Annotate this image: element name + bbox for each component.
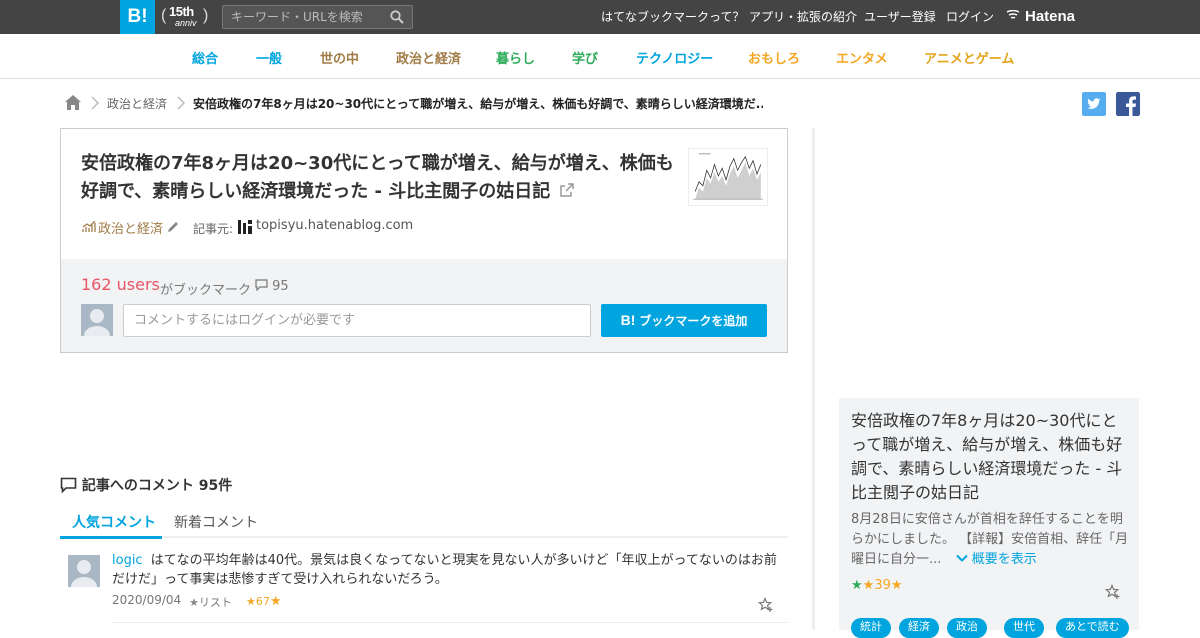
laurel-right-icon: ) [203,7,209,24]
bookmark-label: がブックマーク [160,283,252,298]
comment-username[interactable]: logic [112,553,143,568]
commenter-avatar[interactable] [68,555,100,587]
tag-generation[interactable]: 世代 [1004,618,1044,638]
search-box [222,5,413,29]
15th-anniversary-badge: ( 15th anniv ) [161,4,209,28]
hatena-brand-link[interactable]: Hatena [1006,0,1075,34]
entry-thumbnail[interactable] [688,148,768,206]
tab-popular-comments[interactable]: 人気コメント [72,512,156,532]
sidebar-stars[interactable]: ★★39★ [851,578,903,593]
home-icon[interactable] [64,94,82,111]
entry-card: 安倍政権の7年8ヶ月は20~30代にとって職が増え、給与が増え、株価も好調で、素… [60,128,788,353]
breadcrumb-current: 安倍政権の7年8ヶ月は20~30代にとって職が増え、給与が増え、株価も好調で、素… [193,97,763,111]
about-link[interactable]: はてなブックマークって？ [601,0,744,34]
edit-pencil-icon[interactable] [167,221,179,233]
apps-link[interactable]: アプリ・拡張の紹介 [749,0,857,34]
category-general-all[interactable]: 総合 [192,48,218,67]
entry-title[interactable]: 安倍政権の7年8ヶ月は20~30代にとって職が増え、給与が増え、株価も好調で、素… [81,150,681,206]
comment-bubble-icon [255,279,268,292]
tag-statistics[interactable]: 統計 [851,618,891,638]
source-favicon-icon [238,220,252,234]
chevron-down-icon [955,554,968,562]
twitter-share-icon[interactable] [1082,92,1106,116]
category-social[interactable]: 世の中 [320,48,359,67]
source-label: 記事元: [193,222,234,236]
category-knowledge[interactable]: 学び [572,48,598,67]
comment-item: logic はてなの平均年齢は40代。景気は良くなってないと現実を見ない人が多いけ… [112,551,777,589]
category-economics[interactable]: 政治と経済 [396,48,461,67]
tag-economy[interactable]: 経済 [899,618,939,638]
chevron-right-icon [177,96,185,110]
comment-input[interactable] [123,304,591,337]
category-it[interactable]: テクノロジー [636,48,713,67]
sidebar-entry-summary: 安倍政権の7年8ヶ月は20~30代にとって職が増え、給与が増え、株価も好調で、素… [839,398,1139,638]
star-icon: ★ [890,578,903,593]
active-tab-indicator [60,536,162,539]
sidebar-entry-description: 8月28日に安倍さんが首相を辞任することを明らかにしました。 【詳報】安倍首相、… [851,512,1129,567]
category-fun[interactable]: おもしろ [748,48,800,67]
add-star-icon[interactable] [758,597,773,612]
star-icon: ★ [862,578,875,593]
category-life[interactable]: 暮らし [496,48,535,67]
category-nav: 総合 一般 世の中 政治と経済 暮らし 学び テクノロジー おもしろ エンタメ … [0,34,1200,79]
bookmark-panel: 162 users がブックマーク 95 B!ブックマークを追加 [61,259,787,352]
bookmark-users-count[interactable]: 162 users [81,275,160,294]
comment-tabs: 人気コメント 新着コメント [60,504,788,539]
comment-bubble-icon [60,477,77,494]
source-domain-link[interactable]: topisyu.hatenablog.com [256,218,413,233]
star-icon: ★ [269,594,282,609]
top-bar: B! ( 15th anniv ) はてなブックマークって？ アプリ・拡張の紹介… [0,0,1200,34]
green-star-icon: ★ [851,578,863,593]
breadcrumb-category[interactable]: 政治と経済 [107,95,167,112]
default-avatar-icon [71,560,97,587]
add-star-icon[interactable] [1105,584,1120,599]
chevron-right-icon [91,96,99,110]
comment-divider [112,622,788,623]
entry-category-link[interactable]: 政治と経済 [98,218,163,237]
hatena-bookmark-logo[interactable]: B! [120,0,155,34]
comment-stars[interactable]: ★67★ [246,594,282,609]
tab-new-comments[interactable]: 新着コメント [174,512,258,532]
category-entertainment[interactable]: エンタメ [836,48,888,67]
column-divider [812,128,815,630]
star-icon: ★ [189,596,199,609]
economics-category-icon [82,221,96,232]
add-to-list-link[interactable]: ★リスト [189,594,232,610]
signup-link[interactable]: ユーザー登録 [864,0,936,34]
facebook-share-icon[interactable] [1116,92,1140,116]
tag-politics[interactable]: 政治 [947,618,987,638]
sidebar-entry-title[interactable]: 安倍政権の7年8ヶ月は20~30代にとって職が増え、給与が増え、株価も好調で、素… [851,409,1133,505]
hatena-mark-icon [1006,10,1020,19]
comment-count[interactable]: 95 [255,279,289,294]
category-game[interactable]: アニメとゲーム [924,48,1014,67]
user-avatar [81,304,113,336]
comment-text: はてなの平均年齢は40代。景気は良くなってないと現実を見ない人が多いけど「年収上… [112,553,777,587]
default-avatar-icon [84,309,110,336]
search-icon[interactable] [390,10,404,24]
laurel-left-icon: ( [161,7,167,24]
search-input[interactable] [223,6,383,28]
login-link[interactable]: ログイン [946,0,994,34]
show-summary-link[interactable]: 概要を表示 [946,552,1037,567]
category-general[interactable]: 一般 [256,48,282,67]
star-icon: ★ [246,595,256,608]
comments-heading: 記事へのコメント 95件 [60,475,232,495]
external-link-icon [559,183,574,197]
tag-read-later[interactable]: あとで読む [1056,618,1129,638]
comment-date[interactable]: 2020/09/04 [112,593,181,607]
add-bookmark-button[interactable]: B! ブックマークを追加 [601,304,767,337]
